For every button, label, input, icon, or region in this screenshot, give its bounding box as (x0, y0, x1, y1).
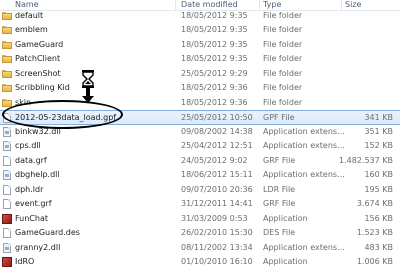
file-type: File folder (263, 40, 303, 49)
file-icon (3, 228, 11, 238)
file-type: File folder (263, 69, 303, 78)
file-date-modified: 18/05/2012 9:36 (181, 98, 248, 107)
file-date-modified: 18/05/2012 9:35 (181, 25, 248, 34)
folder-row[interactable]: GameGuard 18/05/2012 9:35 File folder (0, 38, 400, 52)
file-row[interactable]: granny2.dll 08/11/2002 13:34 Application e… (0, 241, 400, 255)
file-date-modified: 25/04/2012 12:51 (181, 141, 253, 150)
file-row[interactable]: data.grf 24/05/2012 9:02 GRF File 1.482.537… (0, 154, 400, 168)
file-type: File folder (263, 25, 303, 34)
file-name: dph.ldr (15, 185, 44, 194)
file-date-modified: 18/05/2012 9:36 (181, 83, 248, 92)
file-date-modified: 18/05/2012 9:35 (181, 54, 248, 63)
file-row[interactable]: cps.dll 25/04/2012 12:51 Application exten… (0, 139, 400, 153)
file-icon (3, 156, 11, 166)
file-row[interactable]: dph.ldr 09/07/2010 20:36 LDR File 195 KB (0, 183, 400, 197)
file-size: 195 KB (364, 185, 393, 194)
file-name: dbghelp.dll (15, 170, 60, 179)
file-size: 152 KB (364, 141, 393, 150)
file-type: File folder (263, 83, 303, 92)
folder-row[interactable]: Scribbling Kid 18/05/2012 9:36 File folder (0, 81, 400, 95)
file-date-modified: 01/10/2010 16:10 (181, 257, 253, 266)
file-row[interactable]: event.grf 31/12/2011 14:41 GRF File 3.674 K… (0, 197, 400, 211)
file-size: 1.523 KB (356, 228, 393, 237)
file-name: GameGuard.des (15, 228, 80, 237)
file-date-modified: 25/05/2012 10:50 (181, 113, 253, 122)
file-name: cps.dll (15, 141, 41, 150)
folder-row[interactable]: emblem 18/05/2012 9:35 File folder (0, 23, 400, 37)
file-name: default (15, 11, 44, 20)
file-size: 160 KB (364, 170, 393, 179)
folder-row[interactable]: ScreenShot 25/05/2012 9:29 File folder (0, 67, 400, 81)
file-type: File folder (263, 11, 303, 20)
file-row[interactable]: IdRO 01/10/2010 16:10 Application 1.006 KB (0, 255, 400, 269)
file-name: granny2.dll (15, 243, 61, 252)
file-name: IdRO (15, 257, 35, 266)
file-date-modified: 09/08/2002 14:38 (181, 127, 253, 136)
file-size: 156 KB (364, 214, 393, 223)
folder-icon (2, 55, 12, 63)
folder-row[interactable]: default 18/05/2012 9:35 File folder (0, 9, 400, 23)
file-name: event.grf (15, 199, 52, 208)
file-date-modified: 25/05/2012 9:29 (181, 69, 248, 78)
folder-icon (2, 12, 12, 20)
file-date-modified: 08/11/2002 13:34 (181, 243, 253, 252)
busy-cursor-icon (82, 70, 94, 103)
file-size: 341 KB (364, 113, 393, 122)
file-size: 483 KB (364, 243, 393, 252)
file-size: 1.006 KB (356, 257, 393, 266)
file-icon (3, 199, 11, 209)
dll-file-icon (3, 243, 11, 253)
file-date-modified: 24/05/2012 9:02 (181, 156, 248, 165)
file-date-modified: 18/05/2012 9:35 (181, 11, 248, 20)
folder-icon (2, 26, 12, 34)
application-icon (2, 257, 12, 267)
folder-icon (2, 70, 12, 78)
file-type: File folder (263, 98, 303, 107)
file-date-modified: 18/05/2012 9:35 (181, 40, 248, 49)
file-icon (3, 185, 11, 195)
folder-row[interactable]: PatchClient 18/05/2012 9:35 File folder (0, 52, 400, 66)
file-name: FunChat (15, 214, 48, 223)
file-name: data.grf (15, 156, 47, 165)
file-date-modified: 31/12/2011 14:41 (181, 199, 253, 208)
file-size: 1.482.537 KB (339, 156, 393, 165)
file-name: GameGuard (15, 40, 64, 49)
file-size: 351 KB (364, 127, 393, 136)
file-row[interactable]: FunChat 31/03/2009 0:53 Application 156 KB (0, 212, 400, 226)
file-date-modified: 18/06/2012 15:11 (181, 170, 253, 179)
file-type: File folder (263, 54, 303, 63)
dll-file-icon (3, 127, 11, 137)
highlight-ellipse (2, 100, 123, 129)
file-date-modified: 31/03/2009 0:53 (181, 214, 248, 223)
folder-icon (2, 84, 12, 92)
file-row[interactable]: dbghelp.dll 18/06/2012 15:11 Application e… (0, 168, 400, 182)
file-date-modified: 26/02/2010 15:30 (181, 228, 253, 237)
file-size: 3.674 KB (356, 199, 393, 208)
dll-file-icon (3, 170, 11, 180)
folder-icon (2, 41, 12, 49)
file-name: PatchClient (15, 54, 61, 63)
file-name: emblem (15, 25, 48, 34)
application-icon (2, 214, 12, 224)
file-date-modified: 09/07/2010 20:36 (181, 185, 253, 194)
dll-file-icon (3, 141, 11, 151)
file-row[interactable]: GameGuard.des 26/02/2010 15:30 DES File 1.5… (0, 226, 400, 240)
